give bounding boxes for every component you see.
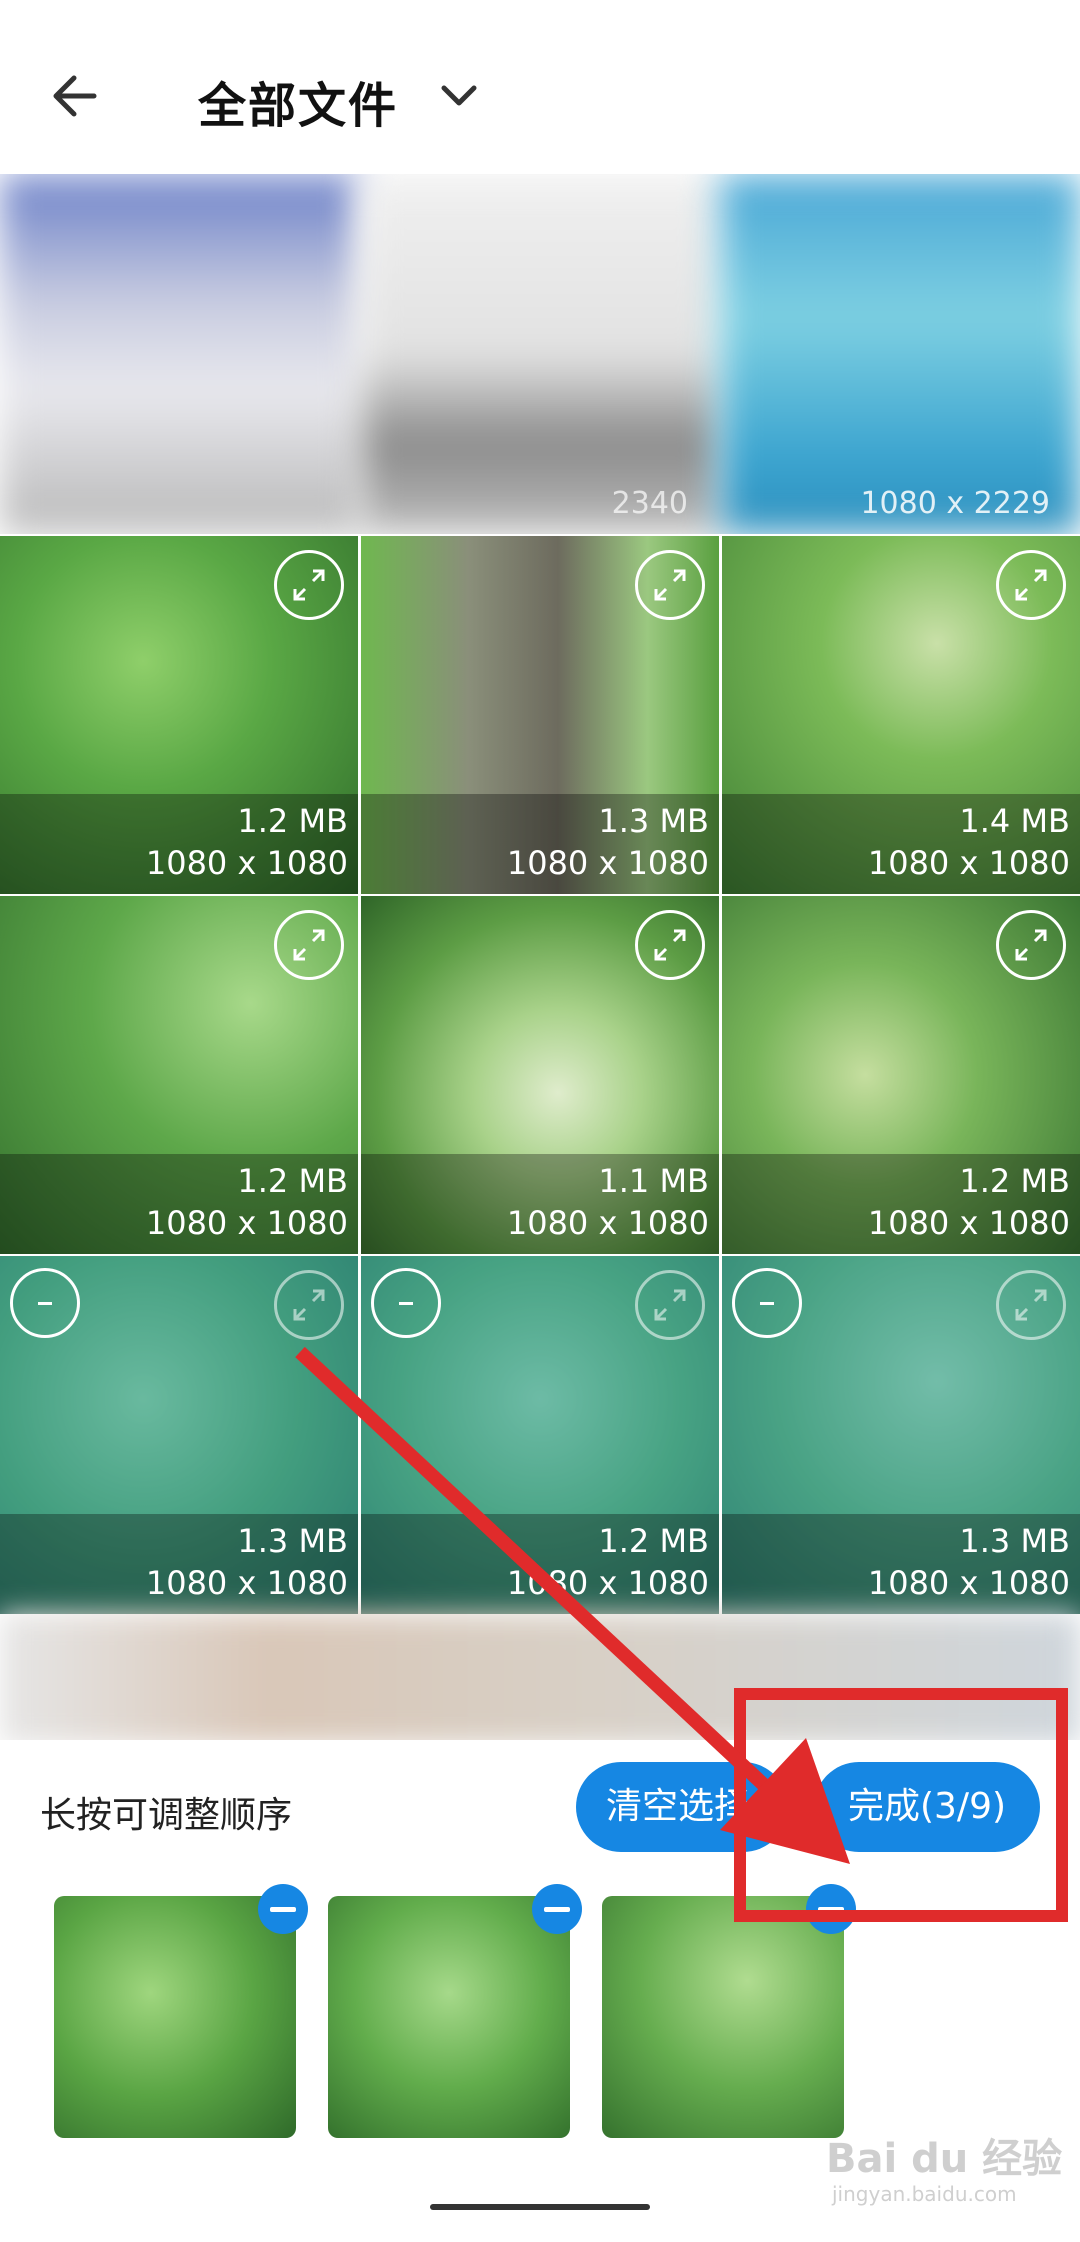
file-size: 1.1 MB [598,1162,709,1200]
image-dimensions: 1080 x 1080 [506,844,709,882]
expand-icon[interactable] [996,550,1066,620]
photo-tile[interactable]: 1.2 MB 1080 x 1080 [722,896,1080,1254]
expand-icon[interactable] [635,1270,705,1340]
selected-thumbnail[interactable] [602,1896,844,2138]
done-button[interactable]: 完成(3/9) [814,1762,1040,1852]
page-title[interactable]: 全部文件 [198,66,398,136]
photo-tile[interactable]: 1.4 MB 1080 x 1080 [722,536,1080,894]
file-size: 1.2 MB [598,1522,709,1560]
image-dimensions: 1080 x 1080 [867,1204,1070,1242]
arrow-left-icon [53,75,97,117]
expand-icon[interactable] [274,910,344,980]
reorder-hint: 长按可调整顺序 [40,1795,293,1836]
expand-icon[interactable] [635,910,705,980]
image-dimensions: 1080 x 1080 [145,844,348,882]
photo-tile[interactable]: 1.3 MB 1080 x 1080 [361,536,719,894]
expand-icon[interactable] [635,550,705,620]
image-dimensions: 1080 x 1080 [506,1564,709,1602]
expand-icon[interactable] [996,910,1066,980]
back-button[interactable] [44,62,112,130]
file-size: 1.2 MB [959,1162,1070,1200]
watermark-logo: Bai du 经验 [826,2136,1063,2182]
selected-thumbnail[interactable] [54,1896,296,2138]
photo-tile[interactable]: 1.1 MB 1080 x 1080 [361,896,719,1254]
photo-thumbnail [328,1896,570,2138]
photo-grid: 2340 1080 x 2229 1.2 MB 1080 x 1080 1.3 … [0,174,1080,1614]
top-bar: 全部文件 [0,0,1080,180]
image-dimensions: 1080 x 1080 [145,1564,348,1602]
photo-tile-selected[interactable]: 1.2 MB 1080 x 1080 [361,1256,719,1614]
clear-selection-button[interactable]: 清空选择 [576,1762,788,1852]
remove-icon[interactable] [258,1884,308,1934]
partial-caption: 2340 [611,486,688,521]
file-size: 1.4 MB [959,802,1070,840]
partial-caption: 1080 x 2229 [860,486,1050,521]
expand-icon[interactable] [996,1270,1066,1340]
file-size: 1.3 MB [959,1522,1070,1560]
file-size: 1.3 MB [598,802,709,840]
photo-thumbnail [54,1896,296,2138]
file-size: 1.2 MB [237,802,348,840]
folder-dropdown[interactable] [434,76,484,116]
image-dimensions: 1080 x 1080 [506,1204,709,1242]
home-indicator[interactable] [430,2204,650,2210]
photo-tile[interactable]: 1.2 MB 1080 x 1080 [0,896,358,1254]
photo-thumbnail [602,1896,844,2138]
deselect-icon[interactable] [10,1268,80,1338]
expand-icon[interactable] [274,550,344,620]
image-dimensions: 1080 x 1080 [867,1564,1070,1602]
photo-tile[interactable]: 1.2 MB 1080 x 1080 [0,536,358,894]
deselect-icon[interactable] [371,1268,441,1338]
file-size: 1.2 MB [237,1162,348,1200]
expand-icon[interactable] [274,1270,344,1340]
chevron-down-icon [441,85,477,106]
selected-thumbnail[interactable] [328,1896,570,2138]
photo-tile-selected[interactable]: 1.3 MB 1080 x 1080 [0,1256,358,1614]
deselect-icon[interactable] [732,1268,802,1338]
remove-icon[interactable] [532,1884,582,1934]
remove-icon[interactable] [806,1884,856,1934]
image-dimensions: 1080 x 1080 [145,1204,348,1242]
file-size: 1.3 MB [237,1522,348,1560]
blurred-top-row: 2340 1080 x 2229 [0,174,1080,534]
image-dimensions: 1080 x 1080 [867,844,1070,882]
watermark-url: jingyan.baidu.com [832,2182,1017,2206]
photo-tile-selected[interactable]: 1.3 MB 1080 x 1080 [722,1256,1080,1614]
blurred-row [0,1614,1080,1744]
